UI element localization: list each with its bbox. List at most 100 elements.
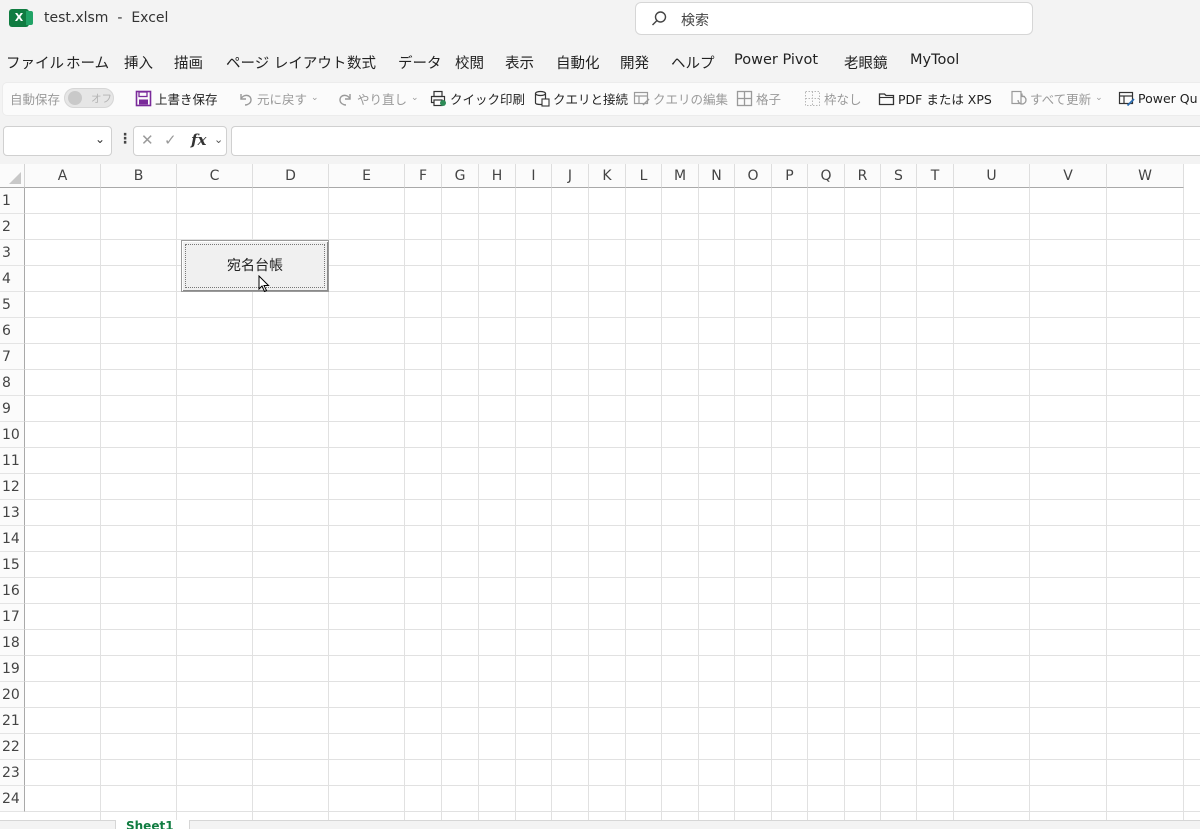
name-box[interactable]: ⌄ bbox=[3, 126, 112, 156]
cancel-icon[interactable]: ✕ bbox=[141, 131, 154, 149]
insert-function-button[interactable]: fx bbox=[191, 131, 206, 149]
column-header[interactable]: J bbox=[552, 164, 589, 188]
row-header[interactable]: 18 bbox=[0, 630, 25, 656]
tab-insert[interactable]: 挿入 bbox=[124, 52, 153, 73]
column-header[interactable]: E bbox=[329, 164, 405, 188]
no-border-icon bbox=[805, 90, 820, 106]
row-header[interactable]: 16 bbox=[0, 578, 25, 604]
sheet-tab[interactable]: Sheet1 bbox=[115, 820, 190, 829]
excel-app-icon: X bbox=[9, 9, 33, 27]
row-header[interactable]: 22 bbox=[0, 734, 25, 760]
row-header[interactable]: 6 bbox=[0, 318, 25, 344]
column-header[interactable]: M bbox=[662, 164, 699, 188]
row-gridline bbox=[25, 785, 1200, 786]
column-header[interactable]: T bbox=[917, 164, 954, 188]
redo-dropdown-caret[interactable]: ⌄ bbox=[411, 93, 419, 103]
tab-mytool[interactable]: MyTool bbox=[910, 52, 959, 68]
column-header[interactable]: H bbox=[479, 164, 516, 188]
all-borders-button[interactable]: 格子 bbox=[736, 88, 781, 108]
quick-print-button[interactable]: クイック印刷 bbox=[430, 88, 525, 108]
tab-view[interactable]: 表示 bbox=[505, 52, 534, 73]
column-header[interactable]: D bbox=[253, 164, 329, 188]
column-header[interactable]: C bbox=[177, 164, 253, 188]
tab-home[interactable]: ホーム bbox=[66, 52, 109, 73]
tab-reading-glasses[interactable]: 老眼鏡 bbox=[844, 52, 888, 73]
refresh-all-label: すべて更新 bbox=[1030, 91, 1092, 107]
column-header[interactable]: L bbox=[626, 164, 662, 188]
column-header[interactable]: V bbox=[1030, 164, 1107, 188]
row-header[interactable]: 1 bbox=[0, 188, 25, 214]
row-header[interactable]: 8 bbox=[0, 370, 25, 396]
row-header[interactable]: 4 bbox=[0, 266, 25, 292]
search-box[interactable]: 検索 bbox=[635, 2, 1033, 35]
redo-button[interactable]: やり直し ⌄ bbox=[337, 88, 419, 108]
row-header[interactable]: 21 bbox=[0, 708, 25, 734]
row-header[interactable]: 2 bbox=[0, 214, 25, 240]
export-pdf-xps-button[interactable]: PDF または XPS bbox=[878, 88, 992, 108]
row-header[interactable]: 20 bbox=[0, 682, 25, 708]
autosave-toggle[interactable]: オフ bbox=[64, 88, 115, 108]
column-header[interactable]: B bbox=[101, 164, 177, 188]
power-query-button[interactable]: Power Qu bbox=[1118, 88, 1198, 108]
tab-file[interactable]: ファイル bbox=[6, 52, 64, 73]
fx-dropdown-icon[interactable]: ⌄ bbox=[214, 133, 223, 146]
edit-query-button[interactable]: クエリの編集 bbox=[633, 88, 728, 108]
quick-print-icon bbox=[430, 90, 446, 106]
tab-help[interactable]: ヘルプ bbox=[671, 52, 715, 73]
refresh-dropdown-caret[interactable]: ⌄ bbox=[1095, 93, 1103, 103]
row-header[interactable]: 24 bbox=[0, 786, 25, 812]
column-header[interactable]: O bbox=[735, 164, 772, 188]
row-header[interactable]: 15 bbox=[0, 552, 25, 578]
refresh-all-button[interactable]: すべて更新 ⌄ bbox=[1010, 88, 1103, 108]
column-header[interactable]: R bbox=[845, 164, 881, 188]
row-header[interactable]: 5 bbox=[0, 292, 25, 318]
column-header[interactable]: G bbox=[442, 164, 479, 188]
tab-power-pivot[interactable]: Power Pivot bbox=[734, 52, 818, 68]
column-header[interactable]: I bbox=[516, 164, 552, 188]
tab-draw[interactable]: 描画 bbox=[174, 52, 203, 73]
column-header[interactable]: N bbox=[699, 164, 735, 188]
column-header[interactable]: P bbox=[772, 164, 808, 188]
row-header[interactable]: 9 bbox=[0, 396, 25, 422]
worksheet-grid[interactable]: A B C D E F G H I J K L M N O P Q R S T U V W 1 2 3 4 5 6 7 8 9 10 11 12 13… bbox=[0, 164, 1200, 820]
column-header[interactable]: Q bbox=[808, 164, 845, 188]
more-options-icon[interactable]: ⋮ bbox=[118, 131, 132, 147]
row-header[interactable]: 23 bbox=[0, 760, 25, 786]
row-header[interactable]: 12 bbox=[0, 474, 25, 500]
column-header[interactable]: A bbox=[25, 164, 101, 188]
tab-formulas[interactable]: 数式 bbox=[347, 52, 376, 73]
tab-review[interactable]: 校閲 bbox=[455, 52, 484, 73]
column-header[interactable]: S bbox=[881, 164, 917, 188]
tab-data[interactable]: データ bbox=[398, 52, 442, 73]
no-border-button[interactable]: 枠なし bbox=[804, 88, 862, 108]
column-header[interactable]: U bbox=[954, 164, 1030, 188]
queries-connections-button[interactable]: クエリと接続 bbox=[533, 88, 628, 108]
row-header[interactable]: 19 bbox=[0, 656, 25, 682]
confirm-icon[interactable]: ✓ bbox=[164, 131, 177, 149]
row-header[interactable]: 14 bbox=[0, 526, 25, 552]
formula-input[interactable] bbox=[231, 126, 1200, 156]
column-gridline bbox=[441, 188, 442, 820]
queries-connections-label: クエリと接続 bbox=[553, 91, 629, 107]
row-header[interactable]: 7 bbox=[0, 344, 25, 370]
tab-automate[interactable]: 自動化 bbox=[556, 52, 600, 73]
chevron-down-icon[interactable]: ⌄ bbox=[95, 132, 105, 146]
select-all-button[interactable] bbox=[0, 164, 25, 188]
row-header[interactable]: 11 bbox=[0, 448, 25, 474]
tab-page-layout[interactable]: ページ レイアウト bbox=[226, 52, 346, 73]
column-header[interactable]: F bbox=[405, 164, 442, 188]
row-header[interactable]: 10 bbox=[0, 422, 25, 448]
row-header[interactable]: 13 bbox=[0, 500, 25, 526]
edit-query-icon bbox=[633, 91, 650, 106]
row-header[interactable]: 3 bbox=[0, 240, 25, 266]
save-button[interactable]: 上書き保存 bbox=[135, 88, 218, 108]
undo-button[interactable]: 元に戻す ⌄ bbox=[237, 88, 319, 108]
row-header[interactable]: 17 bbox=[0, 604, 25, 630]
undo-dropdown-caret[interactable]: ⌄ bbox=[311, 93, 319, 103]
formula-bar-row: ⌄ ⋮ ✕ ✓ fx ⌄ bbox=[0, 118, 1200, 164]
address-book-button[interactable]: 宛名台帳 bbox=[181, 240, 329, 292]
column-header[interactable]: W bbox=[1107, 164, 1184, 188]
column-header[interactable]: K bbox=[589, 164, 626, 188]
tab-developer[interactable]: 開発 bbox=[620, 52, 649, 73]
column-gridline bbox=[1029, 188, 1030, 820]
